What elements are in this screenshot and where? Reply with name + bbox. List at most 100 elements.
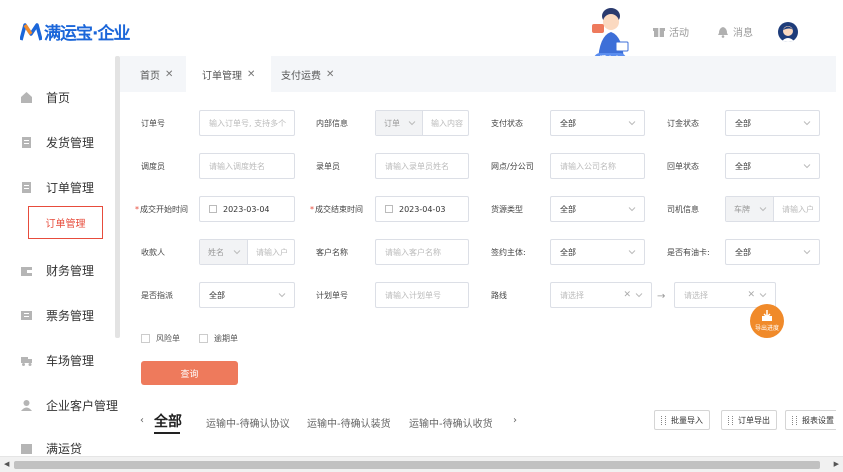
bell-icon	[718, 26, 728, 38]
deal-end-date-input[interactable]: 2023-04-03	[375, 196, 469, 222]
deposit-status-select[interactable]: 全部	[725, 110, 820, 136]
clear-icon[interactable]: ✕	[747, 290, 755, 300]
select-value: 全部	[560, 247, 576, 257]
internal-info-input[interactable]: 订单 输入内容	[375, 110, 469, 136]
activity-button[interactable]: 活动	[653, 24, 689, 39]
driver-info-input[interactable]: 车牌 请输入户	[725, 196, 820, 222]
sidebar-item-loan[interactable]: 满运贷	[20, 440, 82, 457]
sidebar-item-home[interactable]: 首页	[20, 89, 70, 106]
avatar[interactable]	[778, 22, 798, 42]
chevron-down-icon	[278, 293, 286, 298]
sidebar-subitem-order-management[interactable]: 订单管理	[28, 206, 103, 239]
sidebar-item-label: 票务管理	[46, 309, 95, 323]
customer-name-input[interactable]: 请输入客户名称	[375, 239, 469, 265]
is-assigned-select[interactable]: 全部	[199, 282, 295, 308]
payee-input[interactable]: 姓名 请输入户	[199, 239, 295, 265]
tab-pay-freight[interactable]: 支付运费 ✕	[281, 56, 334, 92]
sidebar-item-label: 企业客户管理	[46, 399, 119, 413]
scroll-left-icon[interactable]: ◀	[4, 460, 9, 468]
driver-info-type-select[interactable]: 车牌	[726, 197, 774, 221]
status-tab-pending-loading[interactable]: 运输中-待确认装货	[307, 415, 391, 430]
checkbox-label: 逾期单	[214, 334, 238, 343]
route-from-select[interactable]: 请选择 ✕	[550, 282, 652, 308]
user-avatar-icon	[781, 26, 795, 42]
sidebar-item-tickets[interactable]: 票务管理	[20, 307, 94, 324]
recorder-input[interactable]: 请输入录单员姓名	[375, 153, 469, 179]
close-icon[interactable]: ✕	[247, 69, 255, 80]
placeholder-text: 请输入户	[256, 247, 288, 257]
tab-home[interactable]: 首页 ✕	[140, 56, 173, 92]
placeholder-text: 请选择	[560, 290, 584, 300]
chevron-down-icon	[803, 121, 811, 126]
sidebar-item-enterprise-customers[interactable]: 企业客户管理	[20, 397, 118, 414]
active-tab-underline	[154, 432, 180, 434]
truck-icon	[21, 357, 32, 366]
internal-info-type-select[interactable]: 订单	[376, 111, 423, 135]
chevron-down-icon	[628, 121, 636, 126]
query-button[interactable]: 查询	[141, 361, 238, 385]
risk-order-checkbox[interactable]: 风险单	[141, 333, 180, 344]
internal-info-text[interactable]: 输入内容	[423, 111, 468, 135]
contract-subject-select[interactable]: 全部	[550, 239, 645, 265]
sidebar-item-yard[interactable]: 车场管理	[20, 352, 94, 369]
scroll-right-icon[interactable]: ▶	[834, 460, 839, 468]
required-mark: *	[135, 205, 139, 214]
report-settings-button[interactable]: 报表设置	[785, 410, 841, 430]
deal-start-date-input[interactable]: 2023-03-04	[199, 196, 295, 222]
payee-type-select[interactable]: 姓名	[200, 240, 248, 264]
tab-label: 支付运费	[281, 70, 321, 82]
select-value: 全部	[735, 118, 751, 128]
button-label: 报表设置	[802, 415, 834, 425]
sidebar-item-finance[interactable]: 财务管理	[20, 262, 94, 279]
arrow-right-icon: →	[657, 291, 666, 302]
status-tab-all[interactable]: 全部	[154, 411, 182, 431]
placeholder-text: 请输入调度姓名	[209, 161, 265, 171]
tab-label: 首页	[140, 70, 160, 82]
close-icon[interactable]: ✕	[165, 69, 173, 80]
logo[interactable]: 满运宝·企业	[20, 19, 130, 44]
sidebar-item-orders[interactable]: 订单管理	[20, 179, 94, 196]
payee-text[interactable]: 请输入户	[248, 240, 294, 264]
drag-handle-icon	[792, 415, 797, 425]
order-no-input[interactable]: 输入订单号, 支持多个	[199, 110, 295, 136]
chevron-left-icon[interactable]: ‹	[140, 415, 144, 426]
cargo-type-select[interactable]: 全部	[550, 196, 645, 222]
placeholder-text: 输入内容	[431, 118, 463, 128]
receipt-status-select[interactable]: 全部	[725, 153, 820, 179]
activity-label: 活动	[669, 28, 689, 39]
placeholder-text: 输入订单号, 支持多个	[209, 118, 287, 128]
button-label: 批量导入	[671, 415, 703, 425]
clear-icon[interactable]: ✕	[623, 290, 631, 300]
tab-order-management[interactable]: 订单管理 ✕	[186, 56, 272, 92]
app-title: 满运宝·企业	[44, 24, 130, 44]
required-mark: *	[310, 205, 314, 214]
clipboard-icon	[22, 137, 31, 148]
message-button[interactable]: 消息	[717, 24, 753, 39]
driver-info-text[interactable]: 请输入户	[774, 197, 819, 221]
dispatcher-input[interactable]: 请输入调度姓名	[199, 153, 295, 179]
plan-no-input[interactable]: 请输入计划单号	[375, 282, 469, 308]
order-filter-panel: 订单号 输入订单号, 支持多个 内部信息 订单 输入内容 支付状态 全部 订金状…	[120, 92, 843, 456]
message-label: 消息	[733, 28, 753, 39]
sidebar-item-shipping[interactable]: 发货管理	[20, 134, 94, 151]
checkbox-box[interactable]	[141, 334, 150, 343]
vertical-scrollbar[interactable]	[836, 0, 843, 456]
status-tab-pending-receipt[interactable]: 运输中-待确认收货	[409, 415, 493, 430]
branch-input[interactable]: 请输入公司名称	[550, 153, 645, 179]
scrollbar-thumb[interactable]	[14, 461, 820, 469]
close-icon[interactable]: ✕	[326, 69, 334, 80]
chevron-right-icon[interactable]: ›	[513, 415, 517, 426]
status-tab-pending-agreement[interactable]: 运输中-待确认协议	[206, 415, 290, 430]
payment-status-select[interactable]: 全部	[550, 110, 645, 136]
horizontal-scrollbar[interactable]: ◀ ▶	[0, 456, 843, 472]
checkbox-box[interactable]	[199, 334, 208, 343]
overdue-order-checkbox[interactable]: 逾期单	[199, 333, 238, 344]
gift-icon	[653, 27, 665, 37]
calendar-icon	[209, 205, 217, 213]
fuel-card-select[interactable]: 全部	[725, 239, 820, 265]
order-export-button[interactable]: 订单导出	[721, 410, 777, 430]
batch-import-button[interactable]: 批量导入	[654, 410, 710, 430]
cargo-type-label: 货源类型	[491, 205, 523, 214]
logo-mark-icon	[20, 22, 42, 40]
export-progress-button[interactable]: 导出进度	[750, 304, 784, 338]
